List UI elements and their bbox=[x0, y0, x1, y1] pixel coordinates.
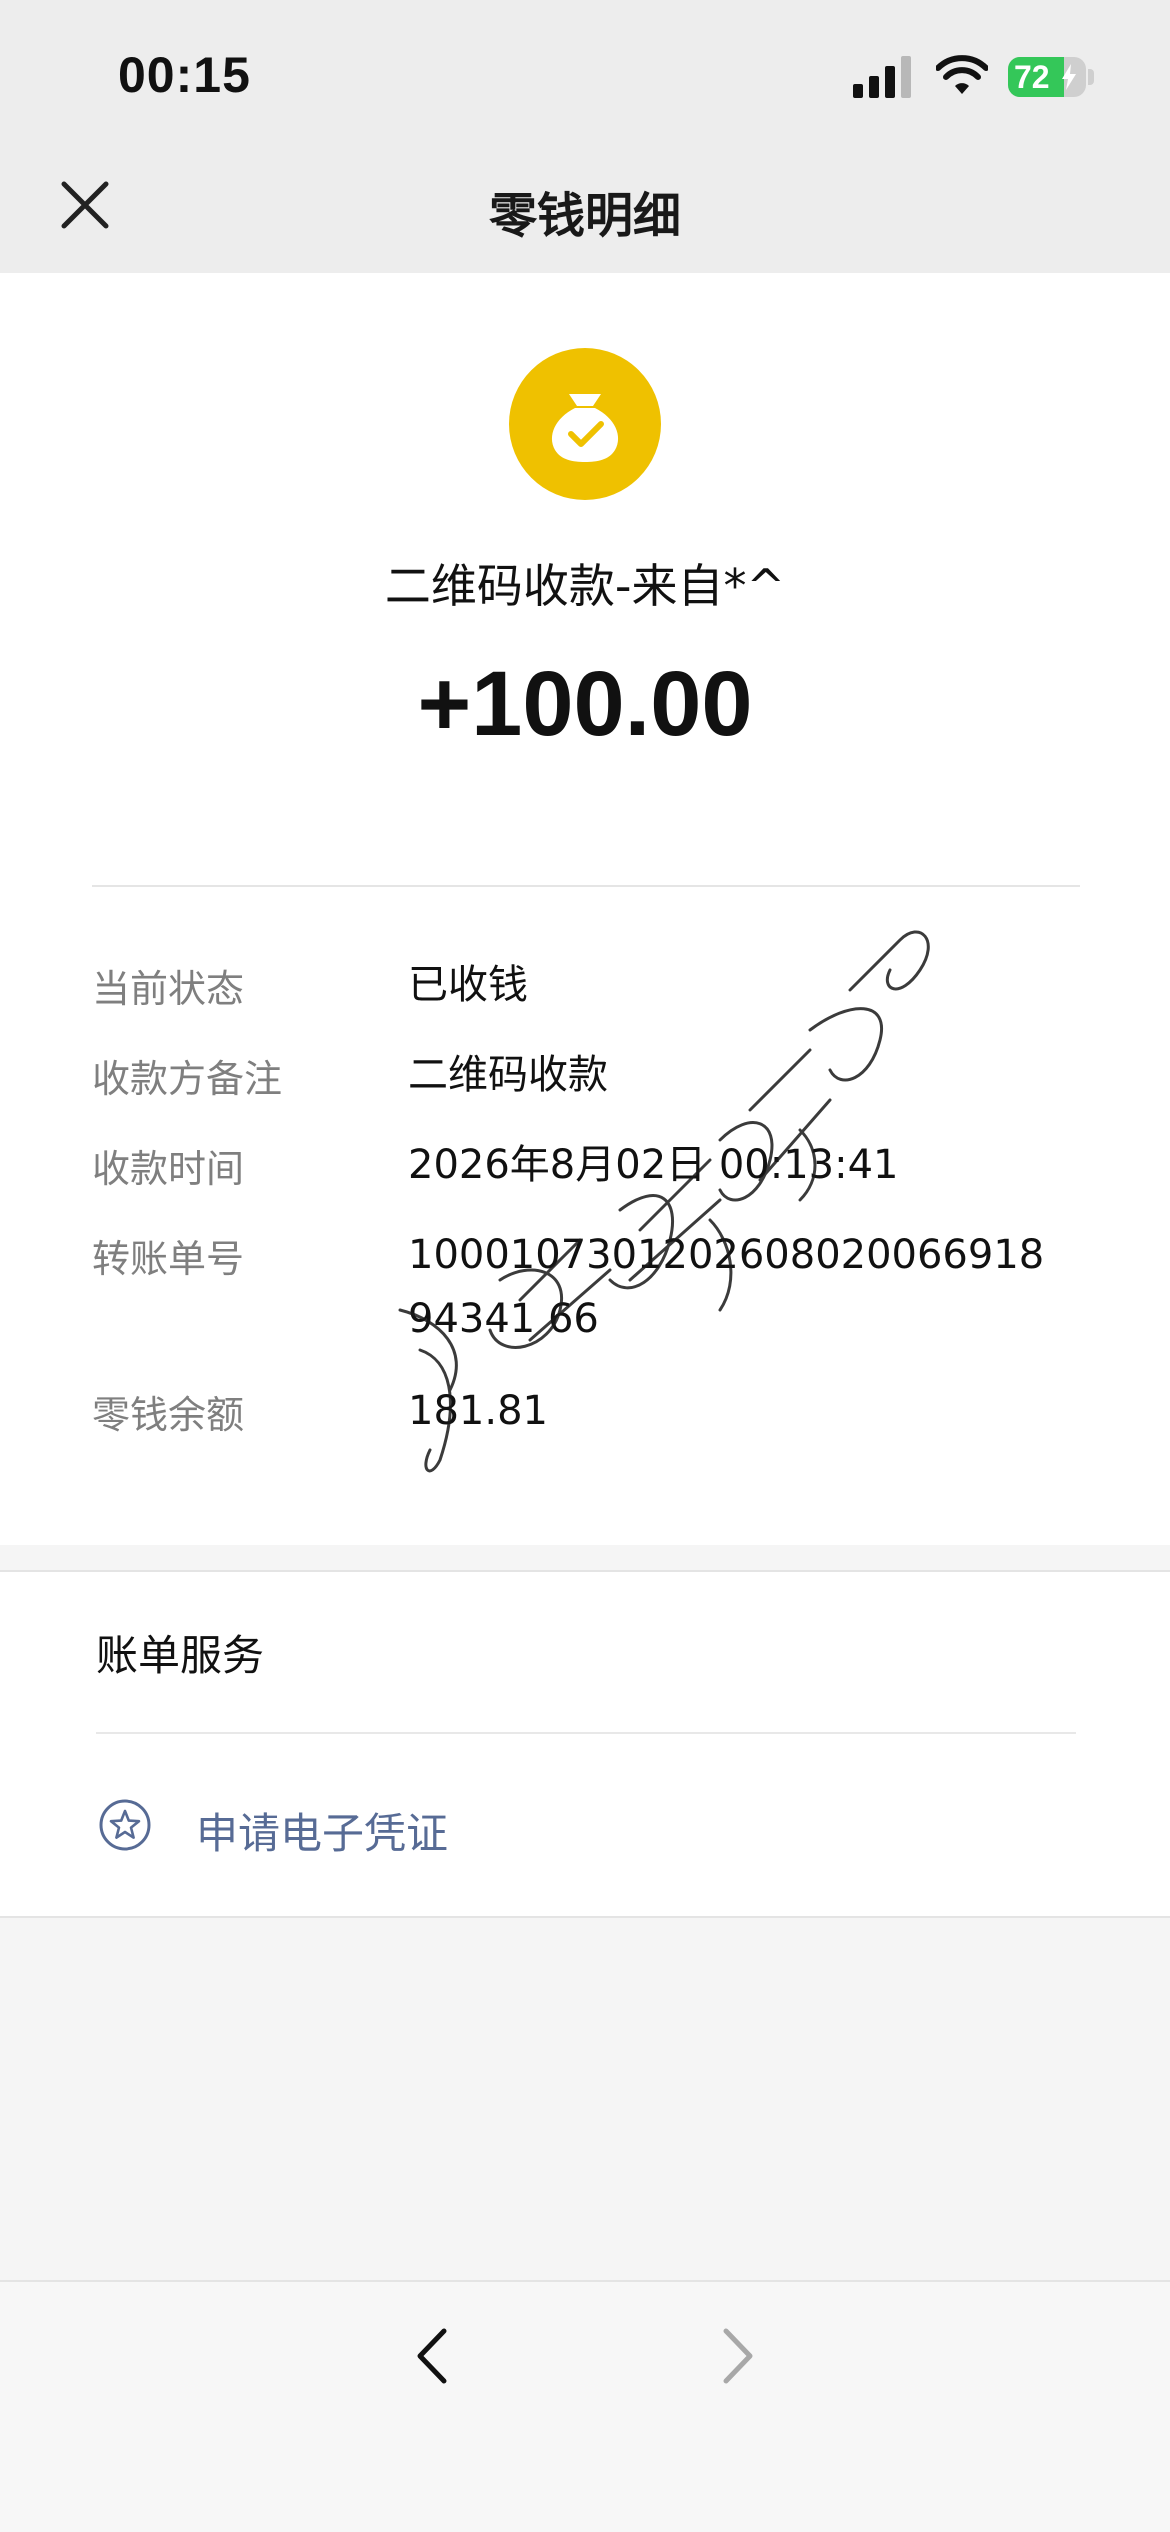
status-label: 当前状态 bbox=[92, 967, 245, 1011]
amount: +100.00 bbox=[417, 653, 753, 755]
charging-bolt-icon bbox=[1062, 64, 1076, 90]
star-badge-icon[interactable] bbox=[98, 1798, 152, 1852]
service-divider bbox=[96, 1732, 1076, 1734]
status-time: 00:15 bbox=[118, 47, 251, 103]
battery-icon: 72 bbox=[1008, 57, 1086, 97]
payee-note-label: 收款方备注 bbox=[92, 1057, 283, 1101]
battery-level: 72 bbox=[1014, 59, 1050, 95]
coin-bag-icon bbox=[509, 348, 661, 500]
balance-label: 零钱余额 bbox=[92, 1393, 245, 1437]
section-border-bottom bbox=[0, 1916, 1170, 1918]
wifi-icon bbox=[936, 55, 988, 94]
browser-bottom-bar bbox=[0, 2282, 1170, 2532]
chevron-right-icon[interactable] bbox=[708, 2323, 764, 2389]
bottom-bar-border bbox=[0, 2280, 1170, 2282]
page-title: 零钱明细 bbox=[488, 188, 681, 244]
receive-time-label: 收款时间 bbox=[92, 1147, 245, 1191]
bill-service-title: 账单服务 bbox=[96, 1631, 265, 1680]
handwritten-watermark bbox=[398, 930, 930, 1473]
transfer-no-label: 转账单号 bbox=[92, 1237, 245, 1281]
apply-e-voucher-link[interactable]: 申请电子凭证 bbox=[196, 1800, 448, 1861]
chevron-left-icon[interactable] bbox=[406, 2323, 462, 2389]
signal-icon bbox=[853, 56, 911, 98]
payer-title: 二维码收款-来自*^ bbox=[384, 559, 786, 613]
battery-cap bbox=[1088, 69, 1094, 85]
